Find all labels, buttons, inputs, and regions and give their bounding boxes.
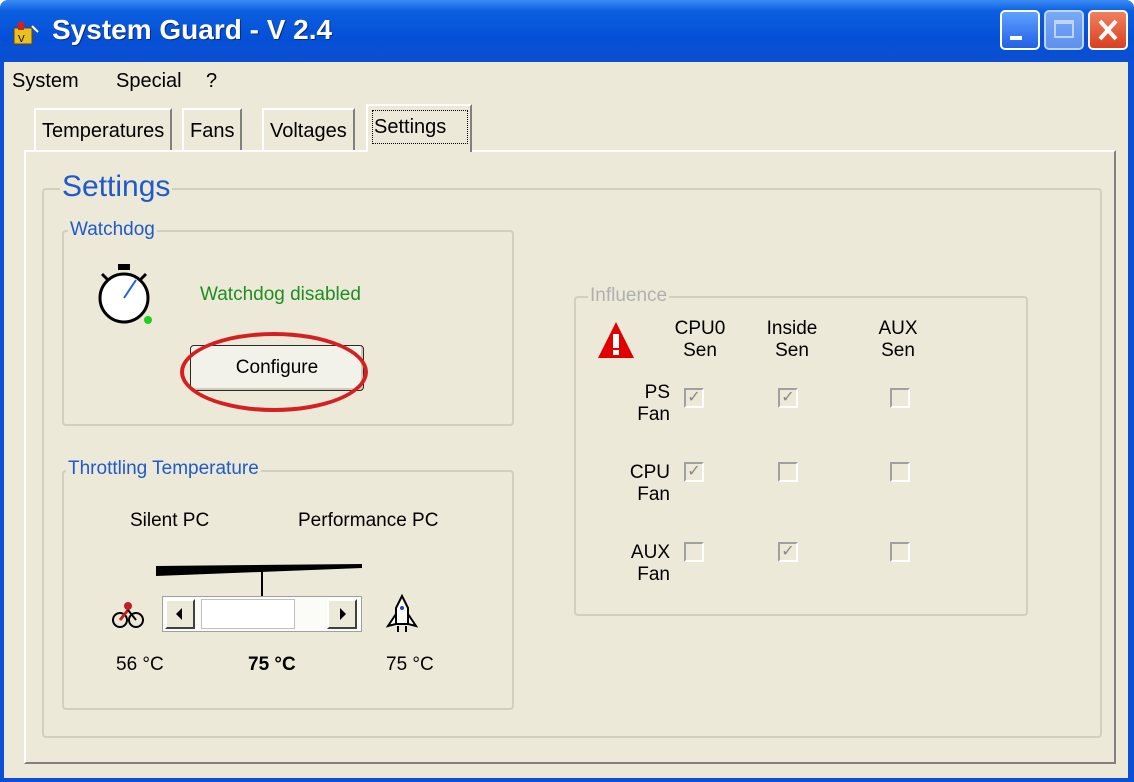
bicycle-icon: [112, 602, 144, 628]
influence-checkbox[interactable]: [890, 462, 910, 482]
close-button[interactable]: [1088, 10, 1128, 50]
influence-checkbox[interactable]: [890, 542, 910, 562]
influence-checkbox[interactable]: ✓: [684, 462, 704, 482]
tab-voltages[interactable]: Voltages: [262, 108, 355, 150]
svg-text:V: V: [18, 34, 25, 45]
row-label-line2: Fan: [637, 404, 670, 425]
close-icon: [1098, 19, 1118, 41]
window-title: System Guard - V 2.4: [52, 14, 333, 45]
col-header-line1: Inside: [766, 318, 818, 339]
title-bar[interactable]: V System Guard - V 2.4: [0, 0, 1134, 62]
slider-right-button[interactable]: [327, 599, 357, 629]
col-header-line2: Sen: [683, 340, 717, 361]
system-guard-app-icon: V: [13, 22, 39, 45]
max-temp: 75 °C: [386, 654, 434, 675]
tab-temperatures[interactable]: Temperatures: [34, 108, 173, 150]
influence-checkbox[interactable]: [778, 462, 798, 482]
row-label-line1: AUX: [630, 542, 670, 563]
stopwatch-icon: [98, 264, 152, 324]
influence-checkbox[interactable]: ✓: [684, 388, 704, 408]
col-header-line2: Sen: [775, 340, 809, 361]
row-label-line1: CPU: [629, 462, 670, 483]
col-header-line1: AUX: [878, 318, 918, 339]
col-header-line2: Sen: [881, 340, 915, 361]
row-label-line2: Fan: [637, 484, 670, 505]
row-label-aux-fan: AUX Fan: [614, 542, 670, 586]
watchdog-label: Watchdog: [68, 219, 157, 241]
throttle-slider[interactable]: [162, 596, 362, 632]
arrow-right-icon: [340, 608, 346, 620]
row-label-cpu-fan: CPU Fan: [614, 462, 670, 506]
arrow-left-icon: [176, 608, 182, 620]
slider-left-button[interactable]: [165, 599, 195, 629]
warning-icon: [598, 322, 634, 358]
min-temp: 56 °C: [116, 654, 164, 675]
highlight-ellipse: [180, 332, 368, 412]
row-label-ps-fan: PS Fan: [614, 382, 670, 426]
slider-thumb[interactable]: [201, 599, 295, 629]
tab-focus-rect: [372, 110, 468, 144]
col-header-aux: AUX Sen: [868, 318, 928, 362]
current-temp: 75 °C: [248, 654, 296, 675]
rocket-icon: [385, 594, 419, 632]
influence-checkbox[interactable]: ✓: [778, 388, 798, 408]
tab-fans[interactable]: Fans: [182, 108, 243, 150]
influence-checkbox[interactable]: [890, 388, 910, 408]
silent-pc-label: Silent PC: [130, 510, 210, 531]
menu-system[interactable]: System: [12, 70, 79, 93]
settings-title: Settings: [60, 170, 173, 204]
influence-label: Influence: [588, 285, 670, 307]
influence-checkbox[interactable]: [684, 542, 704, 562]
app-window: V System Guard - V 2.4 System Special ? …: [0, 0, 1134, 782]
influence-checkbox[interactable]: ✓: [778, 542, 798, 562]
throttle-indicator: [156, 564, 362, 596]
row-label-line2: Fan: [637, 564, 670, 585]
performance-pc-label: Performance PC: [298, 510, 439, 531]
col-header-line1: CPU0: [674, 318, 726, 339]
maximize-button[interactable]: [1044, 10, 1084, 50]
throttling-label: Throttling Temperature: [66, 458, 261, 480]
menu-help[interactable]: ?: [206, 70, 217, 93]
col-header-inside: Inside Sen: [762, 318, 822, 362]
col-header-cpu0: CPU0 Sen: [670, 318, 730, 362]
minimize-button[interactable]: [1000, 10, 1040, 50]
watchdog-status: Watchdog disabled: [200, 284, 361, 305]
menu-special[interactable]: Special: [116, 70, 182, 93]
row-label-line1: PS: [644, 382, 670, 403]
